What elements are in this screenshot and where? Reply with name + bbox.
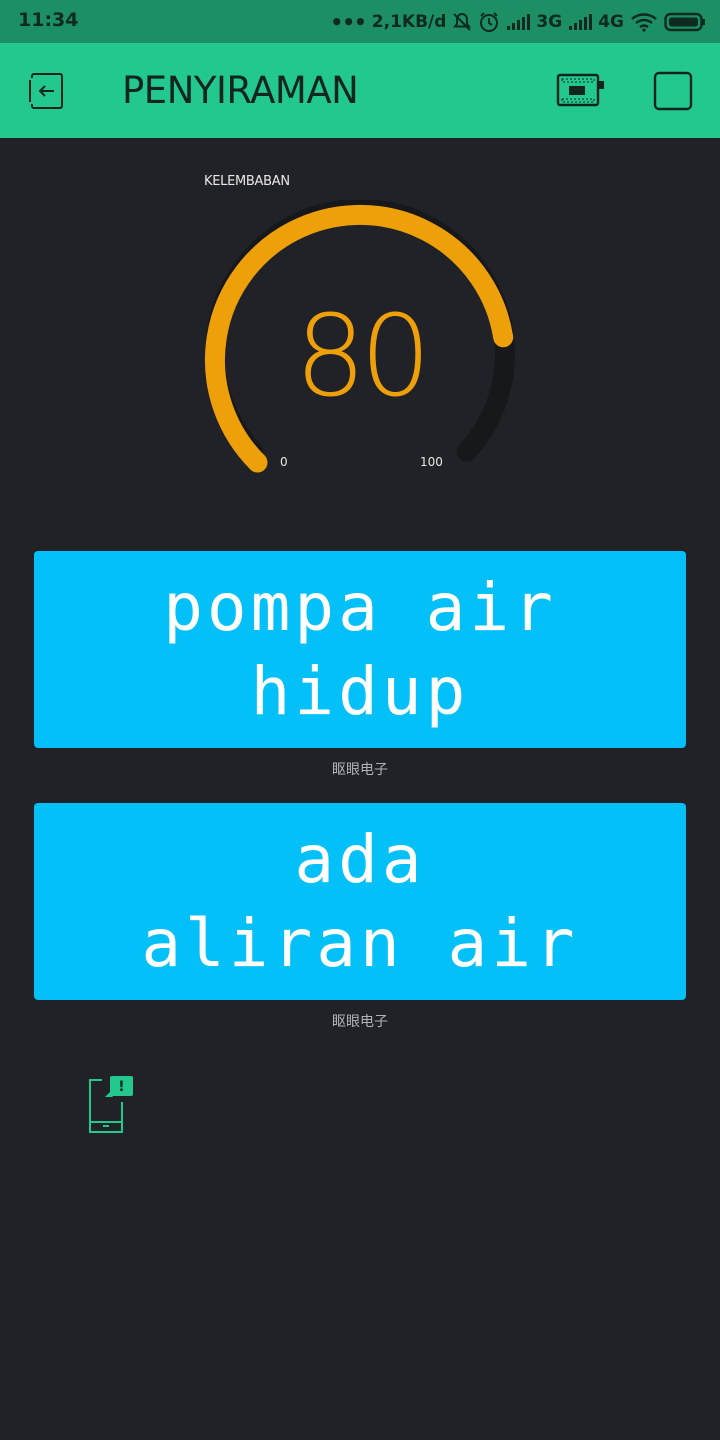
lcd-caption: 眍眼电子 [332,762,388,778]
lcd-line-1: pompa air [163,568,557,646]
signal-icon [507,14,531,30]
gauge-min: 0 [280,455,288,469]
status-time: 11:34 [18,9,79,31]
lcd-display-flow[interactable]: ada aliran air [34,803,686,1000]
gauge-label: KELEMBABAN [204,174,290,189]
lcd-line-1: ada [294,820,426,898]
lcd-line-2: hidup [250,652,470,730]
notification-widget-icon[interactable]: ! [86,1074,136,1134]
gauge-max: 100 [420,455,443,469]
svg-text:!: ! [118,1079,124,1095]
lcd-line-2: aliran air [141,904,579,982]
app-bar: PENYIRAMAN [0,43,720,138]
more-dots-icon: ••• [330,10,366,34]
network-speed: 2,1KB/d [371,12,447,32]
bell-off-icon [453,12,472,31]
exit-project-icon[interactable] [26,70,70,112]
status-icons: ••• 2,1KB/d 3G 4G [330,8,706,36]
play-stop-icon[interactable] [653,71,693,111]
gauge-value: 80 [294,292,432,422]
status-bar: 11:34 ••• 2,1KB/d 3G 4G [0,0,720,43]
lcd-display-pump[interactable]: pompa air hidup [34,551,686,748]
alarm-icon [480,12,499,32]
network-type-2: 4G [598,12,624,32]
signal-icon-2 [569,14,593,30]
lcd-caption: 眍眼电子 [332,1014,388,1030]
battery-icon [664,12,705,32]
app-title: PENYIRAMAN [122,69,359,112]
network-type-1: 3G [536,12,563,32]
device-board-icon[interactable] [556,73,606,109]
wifi-icon [631,13,657,32]
